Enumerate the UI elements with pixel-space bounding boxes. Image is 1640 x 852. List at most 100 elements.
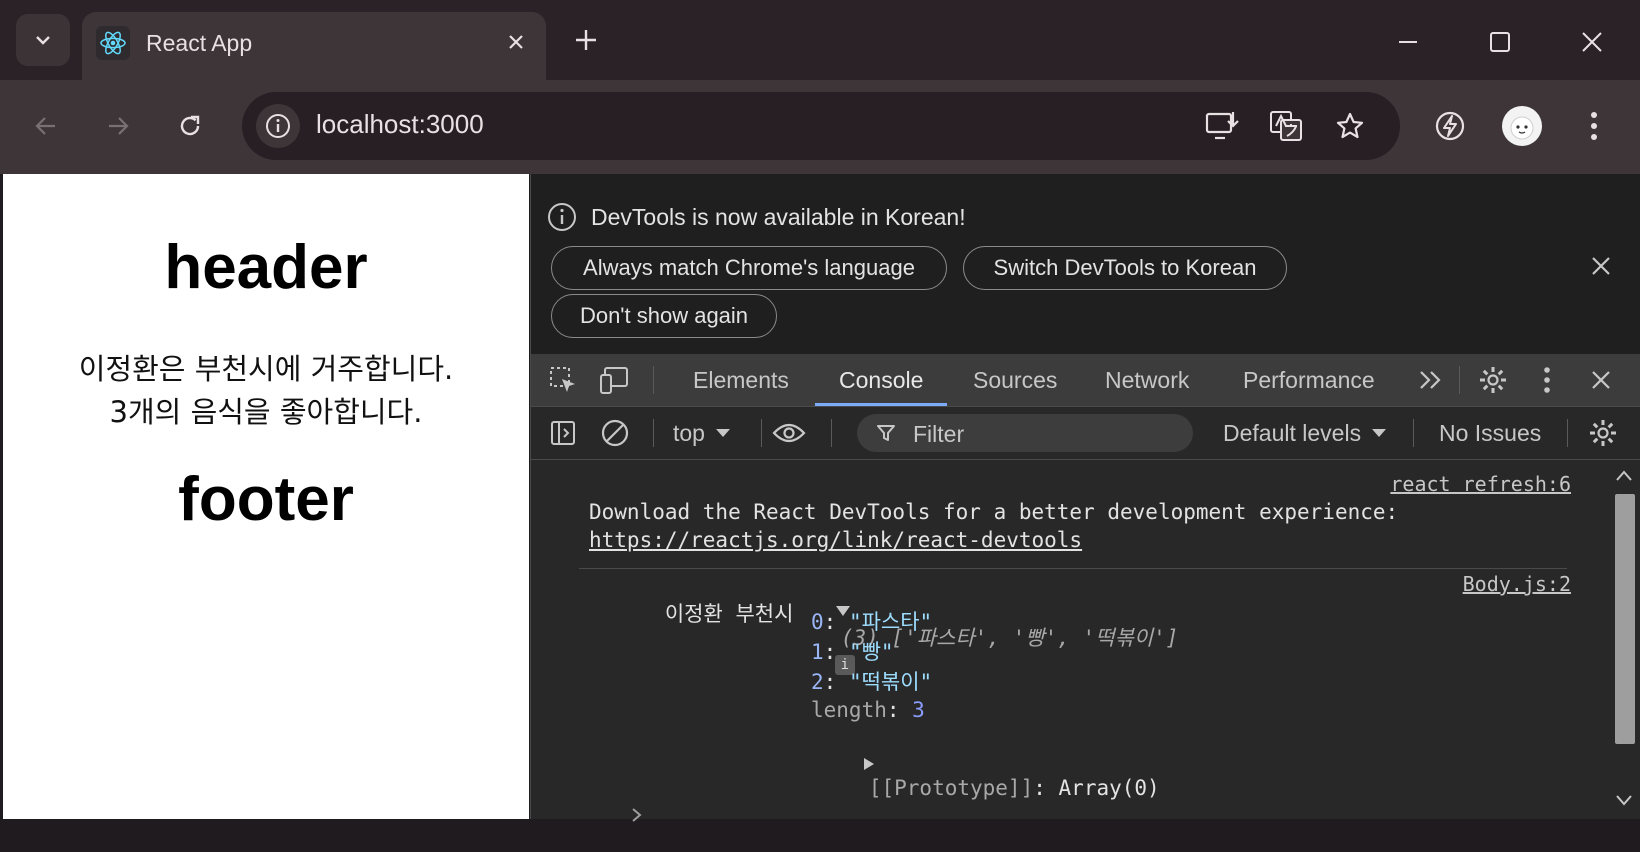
console-toolbar: top Filter Default levels No Issues — [531, 407, 1640, 460]
device-toolbar-icon[interactable] — [595, 360, 635, 400]
body-line-1: 이정환은 부천시에 거주합니다. — [78, 352, 454, 386]
scrollbar-thumb[interactable] — [1615, 494, 1635, 744]
avatar-icon — [1510, 116, 1534, 140]
item-value: "빵" — [848, 640, 894, 664]
source-link-body[interactable]: Body.js:2 — [1463, 572, 1571, 596]
array-prototype[interactable]: [[Prototype]]: Array(0) — [787, 728, 1160, 824]
live-expression-eye-icon[interactable] — [769, 413, 809, 453]
issues-counter[interactable]: No Issues — [1439, 407, 1541, 459]
scroll-up-icon — [1616, 470, 1632, 481]
info-icon — [545, 200, 579, 234]
language-infobar: DevTools is now available in Korean! Alw… — [531, 174, 1640, 354]
sidebar-toggle-icon[interactable] — [543, 413, 583, 453]
tab-close-icon[interactable] — [502, 28, 530, 56]
tab-network[interactable]: Network — [1105, 354, 1189, 406]
log-levels-dropdown[interactable]: Default levels — [1223, 407, 1387, 459]
switch-korean-button[interactable]: Switch DevTools to Korean — [963, 246, 1287, 290]
devtools-menu-icon[interactable] — [1527, 360, 1567, 400]
minimize-icon — [1399, 41, 1417, 43]
toolbar-divider — [761, 419, 762, 447]
console-prompt[interactable] — [555, 780, 643, 852]
back-button[interactable] — [24, 104, 68, 148]
page-footer: footer — [178, 465, 354, 534]
context-selector[interactable]: top — [673, 407, 731, 459]
tab-search-button[interactable] — [16, 14, 70, 66]
clear-console-icon[interactable] — [595, 413, 635, 453]
prototype-value: Array(0) — [1058, 776, 1160, 800]
react-logo-icon — [96, 26, 130, 60]
close-icon — [1582, 32, 1602, 52]
expand-triangle-icon — [863, 758, 874, 770]
dont-show-again-button[interactable]: Don't show again — [551, 294, 777, 338]
chevron-down-icon — [36, 36, 50, 45]
prototype-key: [[Prototype]] — [868, 776, 1034, 800]
item-value: "떡볶이" — [848, 670, 933, 694]
new-tab-button[interactable] — [568, 22, 604, 58]
devtools-close-icon[interactable] — [1581, 360, 1621, 400]
log-levels-label: Default levels — [1223, 419, 1362, 446]
array-length: length: 3 — [811, 698, 925, 722]
body-line-2: 3개의 음식을 좋아합니다. — [109, 395, 423, 429]
item-key: 2 — [811, 670, 824, 694]
filter-input[interactable]: Filter — [857, 414, 1193, 452]
inspect-element-icon[interactable] — [543, 360, 583, 400]
filter-funnel-icon — [875, 422, 897, 444]
menu-kebab-icon[interactable] — [1572, 104, 1616, 148]
length-value: 3 — [912, 698, 925, 722]
tab-title: React App — [146, 30, 253, 56]
bookmark-star-icon[interactable] — [1328, 104, 1372, 148]
page-header: header — [164, 233, 368, 302]
performance-icon[interactable] — [1428, 104, 1472, 148]
web-page: header 이정환은 부천시에 거주합니다. 3개의 음식을 좋아합니다. f… — [3, 174, 529, 819]
plus-icon — [576, 30, 596, 50]
url-text[interactable]: localhost:3000 — [316, 109, 484, 140]
tab-elements[interactable]: Elements — [693, 354, 789, 406]
page-body: 이정환은 부천시에 거주합니다. 3개의 음식을 좋아합니다. — [3, 348, 529, 434]
window-close-button[interactable] — [1570, 20, 1614, 64]
maximize-button[interactable] — [1478, 20, 1522, 64]
settings-gear-icon[interactable] — [1473, 360, 1513, 400]
translate-icon[interactable] — [1264, 104, 1308, 148]
arrow-right-icon — [109, 117, 129, 135]
console-output: react refresh:6 Download the React DevTo… — [531, 460, 1607, 822]
console-message-text: Download the React DevTools for a better… — [589, 500, 1399, 524]
more-tabs-icon[interactable] — [1411, 360, 1451, 400]
toolbar-divider — [1567, 419, 1568, 447]
console-scrollbar[interactable] — [1607, 460, 1640, 819]
reload-button[interactable] — [168, 104, 212, 148]
maximize-icon — [1490, 32, 1510, 52]
forward-button[interactable] — [96, 104, 140, 148]
install-app-icon[interactable] — [1200, 104, 1244, 148]
reload-icon — [180, 115, 200, 136]
array-item: 0: "파스타" — [811, 610, 933, 634]
match-language-button[interactable]: Always match Chrome's language — [551, 246, 947, 290]
profile-avatar[interactable] — [1502, 106, 1542, 146]
tab-performance[interactable]: Performance — [1243, 354, 1375, 406]
tab-console[interactable]: Console — [814, 354, 948, 406]
toolbar-divider — [831, 419, 832, 447]
toolbar-divider — [653, 366, 654, 394]
toolbar-divider — [1413, 419, 1414, 447]
minimize-button[interactable] — [1386, 20, 1430, 64]
caret-down-icon — [715, 429, 730, 437]
devtools-link[interactable]: https://reactjs.org/link/react-devtools — [589, 528, 1082, 552]
prompt-chevron-icon — [632, 808, 642, 822]
message-divider — [579, 568, 1567, 569]
item-value: "파스타" — [848, 610, 933, 634]
length-key: length — [811, 698, 887, 722]
console-settings-icon[interactable] — [1583, 413, 1623, 453]
toolbar-divider — [653, 419, 654, 447]
caret-down-icon — [1372, 429, 1387, 437]
infobar-close-icon[interactable] — [1581, 246, 1621, 286]
filter-placeholder: Filter — [913, 421, 965, 447]
infobar-message: DevTools is now available in Korean! — [591, 204, 966, 230]
devtools-tab-bar: Elements Console Sources Network Perform… — [531, 354, 1640, 407]
item-key: 0 — [811, 610, 824, 634]
source-link-react-refresh[interactable]: react refresh:6 — [1390, 472, 1571, 496]
item-key: 1 — [811, 640, 824, 664]
context-label: top — [673, 419, 705, 446]
tab-sources[interactable]: Sources — [973, 354, 1057, 406]
array-item: 2: "떡볶이" — [811, 670, 933, 694]
site-info-icon[interactable] — [256, 104, 300, 148]
browser-tab[interactable]: React App — [82, 12, 546, 80]
